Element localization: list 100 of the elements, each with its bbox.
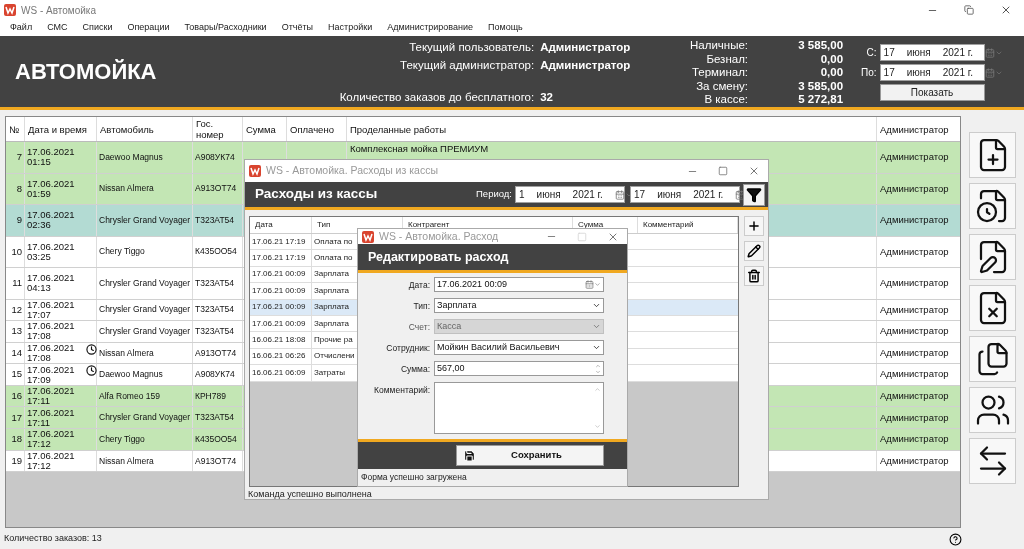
plate-number: К435ОО54 xyxy=(195,245,237,259)
plate-number: А913ОТ74 xyxy=(195,454,237,468)
order-admin: Администратор xyxy=(880,324,949,339)
plate-number: Т323АТ54 xyxy=(195,213,235,227)
car-name: Chrysler Grand Voyager xyxy=(99,411,191,425)
info-label: Количество заказов до бесплатного: xyxy=(338,90,535,104)
order-date: 17.06.2021 xyxy=(27,407,76,418)
order-date: 17.06.2021 xyxy=(27,364,76,375)
order-admin: Администратор xyxy=(880,302,949,317)
work-item: Комплексная мойка ПРЕМИУМ xyxy=(350,144,490,154)
plate-number: А913ОТ74 xyxy=(195,346,237,360)
total-value: 5 272,81 xyxy=(797,93,844,107)
car-name: Nissan Almera xyxy=(99,454,154,468)
expense-type: Затраты xyxy=(314,366,345,379)
info-label: Текущий пользователь: xyxy=(408,40,535,54)
row-number: 11 xyxy=(12,276,22,291)
expense-type: Оплата по xyxy=(314,235,353,248)
info-value: Администратор xyxy=(540,58,632,72)
row-number: 14 xyxy=(11,345,22,360)
total-label: В кассе: xyxy=(703,93,749,107)
window-title: WS - Автомойка xyxy=(21,3,96,18)
row-number: 18 xyxy=(11,432,22,447)
car-name: Chrysler Grand Voyager xyxy=(99,213,191,227)
field-label: Счет: xyxy=(407,321,430,334)
expense-date: 17.06.21 17:19 xyxy=(252,252,306,265)
row-number: 13 xyxy=(11,324,22,339)
total-label: За смену: xyxy=(695,79,749,93)
expense-type: Отчислени xyxy=(314,350,355,363)
row-number: 16 xyxy=(11,389,22,404)
row-number: 17 xyxy=(11,410,22,425)
expense-type: Прочие ра xyxy=(314,334,353,347)
order-admin: Администратор xyxy=(880,213,949,228)
order-time: 17:12 xyxy=(27,439,52,450)
order-admin: Администратор xyxy=(880,345,949,360)
window-title: WS - Автомойка. Расход xyxy=(379,228,499,244)
order-time: 02:36 xyxy=(27,220,52,231)
order-time: 17:09 xyxy=(27,374,52,385)
order-admin: Администратор xyxy=(880,150,949,165)
car-name: Nissan Almera xyxy=(99,346,154,360)
order-date: 17.06.2021 xyxy=(27,241,76,252)
plate-number: К435ОО54 xyxy=(195,433,237,446)
expense-type: Зарплата xyxy=(314,268,350,281)
total-value: 3 585,00 xyxy=(797,39,844,53)
app-heading: АВТОМОЙКА xyxy=(15,58,157,86)
order-time: 17:11 xyxy=(27,417,52,428)
order-date: 17.06.2021 xyxy=(27,450,76,461)
order-time: 17:12 xyxy=(27,460,52,471)
row-number: 19 xyxy=(11,453,22,468)
order-date: 17.06.2021 xyxy=(27,273,76,284)
expense-date: 17.06.21 00:09 xyxy=(252,268,306,281)
order-date: 17.06.2021 xyxy=(27,429,76,440)
row-number: 9 xyxy=(16,213,22,228)
expense-type: Оплата по xyxy=(314,252,353,265)
expense-date: 17.06.21 00:09 xyxy=(252,284,306,297)
order-admin: Администратор xyxy=(880,389,949,404)
expense-date: 17.06.21 00:09 xyxy=(252,301,306,314)
car-name: Nissan Almera xyxy=(99,182,154,196)
total-value: 0,00 xyxy=(819,52,844,66)
row-number: 10 xyxy=(11,244,22,259)
field-label: Сотрудник: xyxy=(385,342,430,355)
car-name: Chrysler Grand Voyager xyxy=(99,303,191,317)
order-admin: Администратор xyxy=(880,453,949,468)
order-time: 17:07 xyxy=(27,309,52,320)
order-admin: Администратор xyxy=(880,181,949,196)
row-number: 8 xyxy=(16,181,22,196)
order-time: 01:15 xyxy=(27,157,52,168)
total-label: Безнал: xyxy=(705,52,749,66)
field-label: Тип: xyxy=(412,300,430,313)
plate-number: Т323АТ54 xyxy=(195,411,235,425)
field-label: Сумма: xyxy=(399,363,430,376)
expense-type: Зарплата xyxy=(314,317,350,330)
expense-date: 16.06.21 06:09 xyxy=(252,366,306,379)
car-name: Chrysler Grand Voyager xyxy=(99,276,191,290)
order-date: 17.06.2021 xyxy=(27,343,76,353)
order-admin: Администратор xyxy=(880,410,949,425)
order-admin: Администратор xyxy=(880,276,949,291)
field-label: Дата: xyxy=(407,279,430,292)
date-label: С: xyxy=(866,46,877,60)
car-name: Daewoo Magnus xyxy=(99,150,163,164)
row-number: 7 xyxy=(16,150,22,165)
expense-date: 17.06.21 17:19 xyxy=(252,235,306,248)
car-name: Chrysler Grand Voyager xyxy=(99,325,191,338)
order-date: 17.06.2021 xyxy=(27,299,76,310)
plate-number: А908УК74 xyxy=(195,368,235,381)
period-label: Период: xyxy=(476,187,512,202)
order-admin: Администратор xyxy=(880,432,949,447)
order-date: 17.06.2021 xyxy=(27,178,76,189)
window-heading: Расходы из кассы xyxy=(255,185,378,204)
total-label: Терминал: xyxy=(690,66,749,80)
info-value: 32 xyxy=(540,90,554,104)
info-value: Администратор xyxy=(540,40,632,54)
field-label: Комментарий: xyxy=(373,384,430,397)
row-number: 12 xyxy=(11,302,22,317)
car-name: Chery Tiggo xyxy=(99,433,145,446)
order-admin: Администратор xyxy=(880,244,949,259)
expense-type: Зарплата xyxy=(314,301,350,314)
order-date: 17.06.2021 xyxy=(27,210,76,221)
car-name: Daewoo Magnus xyxy=(99,368,163,381)
order-admin: Администратор xyxy=(880,367,949,382)
plate-number: КРН789 xyxy=(195,389,226,403)
